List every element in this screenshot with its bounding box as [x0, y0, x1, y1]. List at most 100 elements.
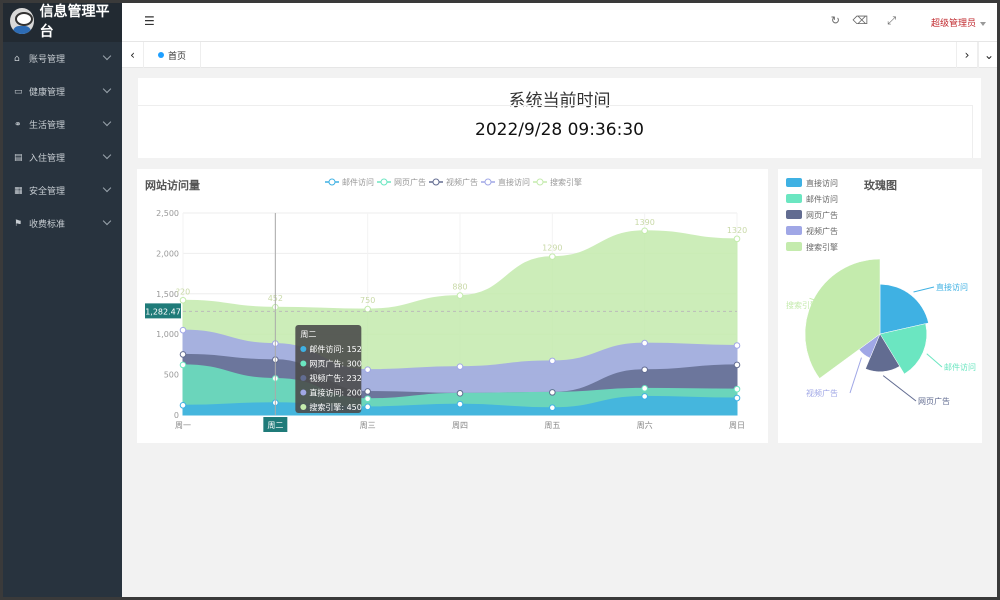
- calendar-icon: ▦: [14, 185, 23, 196]
- sidebar-item-1[interactable]: ▭ 健康管理: [0, 75, 122, 108]
- refresh-icon[interactable]: ↻: [831, 14, 840, 27]
- sidebar-item-label: 生活管理: [29, 121, 66, 131]
- tooltip-row: 视频广告: 232: [309, 373, 362, 383]
- x-tick-label: 周四: [452, 421, 468, 430]
- data-point: [364, 403, 371, 411]
- legend-swatch: [786, 178, 802, 187]
- data-point: [641, 393, 648, 400]
- avatar-logo-icon: [10, 8, 34, 34]
- sidebar-item-label: 账号管理: [29, 55, 66, 65]
- legend-swatch: [786, 242, 802, 251]
- data-point: [456, 390, 464, 397]
- brand[interactable]: 信息管理平台: [0, 0, 122, 42]
- chevron-down-icon: [102, 183, 112, 193]
- data-point: [456, 363, 464, 370]
- legend-label: 视频广告: [806, 226, 838, 236]
- tab-bar: ‹ 首页 › ⌄: [122, 42, 1000, 68]
- rose-label-line: [882, 375, 917, 402]
- tooltip-row: 直接访问: 200: [309, 388, 362, 398]
- top-value-label: 1320: [727, 226, 747, 235]
- rose-label-line: [913, 286, 935, 293]
- data-point: [456, 292, 464, 299]
- chevron-down-icon: [102, 117, 112, 127]
- tooltip-row: 邮件访问: 152: [309, 344, 362, 354]
- chevron-down-icon: [102, 51, 112, 61]
- sidebar-item-3[interactable]: ▤ 入住管理: [0, 141, 122, 174]
- legend-label: 搜索引擎: [550, 177, 582, 187]
- data-point: [179, 351, 187, 358]
- tooltip-marker: [300, 389, 307, 396]
- data-point: [641, 227, 648, 235]
- data-point: [549, 404, 556, 412]
- tab-next-icon[interactable]: ›: [956, 42, 978, 68]
- sidebar-item-label: 安全管理: [29, 187, 66, 197]
- tooltip-marker: [300, 375, 307, 381]
- tab-dropdown-icon[interactable]: ⌄: [978, 42, 1000, 68]
- chevron-down-icon: [102, 150, 112, 160]
- legend-marker: [484, 178, 492, 186]
- data-point: [733, 394, 741, 402]
- share-icon: ⚭: [14, 119, 22, 130]
- top-header: ☰ ↻ ⌫ ⤢ 超级管理员: [122, 0, 1000, 42]
- fullscreen-icon[interactable]: ⤢: [887, 14, 896, 28]
- sidebar-item-label: 入住管理: [29, 154, 66, 164]
- data-point: [641, 366, 648, 374]
- legend-swatch: [786, 194, 802, 203]
- rose-label-line: [849, 357, 862, 394]
- tooltip-row: 网页广告: 300: [309, 359, 362, 369]
- trash-icon[interactable]: ⌫: [852, 14, 868, 27]
- legend-marker: [536, 178, 544, 186]
- legend-marker: [380, 178, 388, 186]
- legend-label: 搜索引擎: [806, 242, 838, 252]
- sidebar-item-0[interactable]: ⌂ 账号管理: [0, 42, 122, 75]
- chevron-down-icon: [102, 84, 112, 94]
- sidebar-item-4[interactable]: ▦ 安全管理: [0, 174, 122, 207]
- time-panel: 系统当前时间 2022/9/28 09:36:30: [138, 78, 981, 158]
- y-tick-label: 2,500: [156, 209, 179, 218]
- x-tick-label: 周三: [360, 421, 376, 430]
- sidebar-item-5[interactable]: ⚑ 收费标准: [0, 207, 122, 240]
- top-value-label: 750: [360, 296, 375, 305]
- traffic-area-chart[interactable]: 05001,0001,5002,0002,500?20452 7508801290…: [137, 169, 768, 443]
- data-point: [179, 296, 187, 304]
- active-dot-icon: [158, 52, 164, 58]
- y-tick-label: 500: [164, 371, 179, 380]
- x-tick-label: 周一: [175, 421, 191, 430]
- legend-swatch: [786, 226, 802, 235]
- data-point: [641, 339, 648, 347]
- legend-label: 邮件访问: [806, 194, 838, 204]
- time-value: 2022/9/28 09:36:30: [475, 120, 644, 140]
- tab-prev-icon[interactable]: ‹: [122, 42, 144, 68]
- data-point: [549, 389, 556, 396]
- legend-label: 视频广告: [446, 177, 478, 187]
- data-point: [733, 235, 741, 243]
- rose-chart-panel: 玫瑰图 直接访问 邮件访问 网页广告 视频广告 搜索引擎 直接访问 邮件访问 网页广告 视频广告…: [778, 169, 982, 443]
- rose-slice-label: 网页广告: [918, 396, 950, 406]
- legend-label: 直接访问: [806, 178, 838, 188]
- traffic-chart-title: 网站访问量: [145, 179, 200, 192]
- legend-label: 网页广告: [394, 177, 426, 187]
- data-point: [364, 388, 371, 395]
- y-tick-label: 2,000: [156, 249, 179, 258]
- tab-home[interactable]: 首页: [144, 42, 202, 68]
- sidebar-item-label: 收费标准: [29, 220, 66, 230]
- menu-toggle-icon[interactable]: ☰: [144, 14, 155, 28]
- tooltip-title: 周二: [300, 330, 316, 339]
- x-tick-label: 周五: [544, 421, 560, 430]
- sidebar-menu: ⌂ 账号管理 ▭ 健康管理 ⚭ 生活管理 ▤ 入住管理 ▦ 安全管理 ⚑ 收费标准: [0, 42, 122, 240]
- sidebar-item-2[interactable]: ⚭ 生活管理: [0, 108, 122, 141]
- user-menu[interactable]: 超级管理员: [931, 16, 986, 29]
- y-pointer-value: 1,282.47: [145, 307, 181, 316]
- rose-label-line: [926, 353, 943, 368]
- chevron-down-icon: [102, 216, 112, 226]
- rose-slice-label: 视频广告: [806, 388, 838, 398]
- sidebar-item-label: 健康管理: [29, 88, 66, 98]
- data-point: [364, 366, 371, 373]
- rose-chart[interactable]: 直接访问邮件访问网页广告视频广告搜索引擎直接访问邮件访问网页广告视频广告搜索引擎: [778, 169, 982, 443]
- rose-slice-label: 直接访问: [936, 282, 968, 292]
- data-point: [733, 385, 741, 393]
- x-pointer-value: 周二: [267, 421, 283, 430]
- top-value-label: 1290: [542, 244, 562, 253]
- home-icon: ⌂: [14, 53, 20, 64]
- flag-icon: ⚑: [14, 218, 23, 229]
